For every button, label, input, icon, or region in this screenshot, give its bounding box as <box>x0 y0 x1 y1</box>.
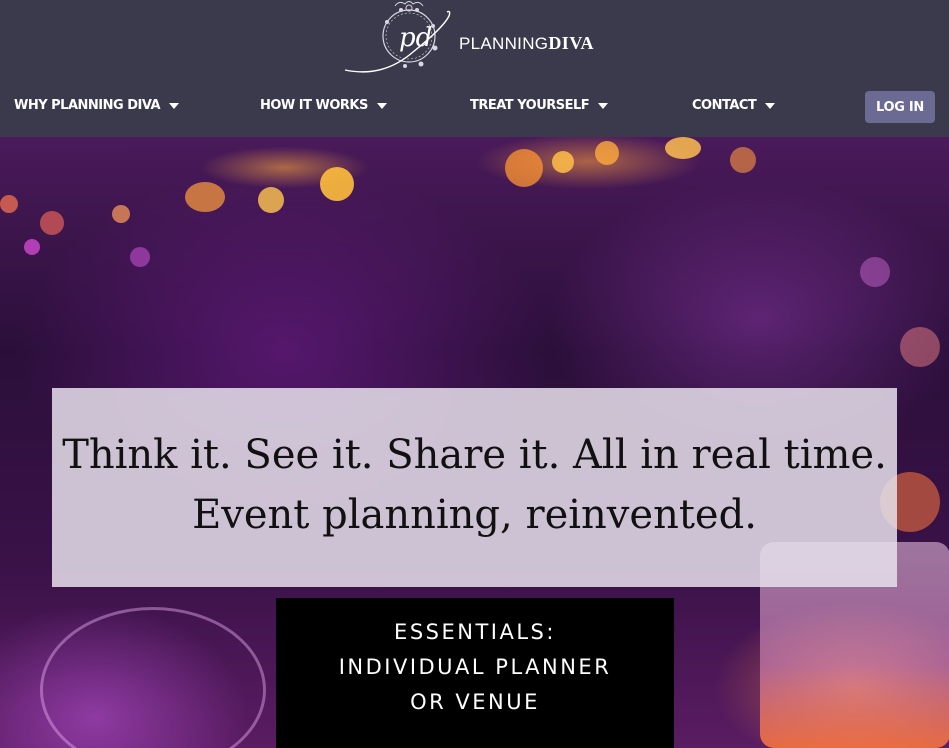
chevron-down-icon <box>765 102 776 109</box>
main-nav: WHY PLANNING DIVA HOW IT WORKS TREAT YOU… <box>0 88 949 126</box>
login-button[interactable]: LOG IN <box>865 91 935 123</box>
planning-diva-logo[interactable]: pd PLANNINGDIVA <box>343 0 613 80</box>
hero-section: Think it. See it. Share it. All in real … <box>0 137 949 748</box>
nav-item-label: CONTACT <box>692 98 757 113</box>
nav-item-label: TREAT YOURSELF <box>470 98 590 113</box>
tagline-line-2: Event planning, reinvented. <box>192 492 757 538</box>
nav-item-label: WHY PLANNING DIVA <box>14 98 161 113</box>
nav-contact[interactable]: CONTACT <box>692 98 776 113</box>
logo-word-planning: PLANNING <box>459 34 549 53</box>
bokeh-light <box>258 187 284 213</box>
bokeh-light <box>40 211 64 235</box>
bokeh-light <box>552 151 574 173</box>
logo-word-diva: DIVA <box>548 33 594 53</box>
bokeh-light <box>860 257 890 287</box>
chevron-down-icon <box>376 102 387 109</box>
tagline-panel: Think it. See it. Share it. All in real … <box>52 388 897 587</box>
essentials-line-3: OR VENUE <box>410 690 540 714</box>
essentials-line-1: ESSENTIALS: <box>394 620 556 644</box>
bokeh-light <box>900 327 940 367</box>
bokeh-light <box>112 205 130 223</box>
essentials-button[interactable]: ESSENTIALS: INDIVIDUAL PLANNER OR VENUE <box>276 598 674 748</box>
bokeh-light <box>665 137 701 159</box>
chevron-down-icon <box>169 102 180 109</box>
bokeh-light <box>130 247 150 267</box>
tagline-line-1: Think it. See it. Share it. All in real … <box>62 432 887 478</box>
site-header: pd PLANNINGDIVA WHY PLANNING DIVA HOW IT… <box>0 0 949 137</box>
logo-wordmark: PLANNINGDIVA <box>459 33 594 54</box>
monogram-logo-icon: pd <box>344 1 451 73</box>
nav-item-label: HOW IT WORKS <box>260 98 368 113</box>
bokeh-light <box>595 141 619 165</box>
bokeh-light <box>730 147 756 173</box>
bokeh-light <box>505 149 543 187</box>
bokeh-light <box>0 195 18 213</box>
bokeh-light <box>40 607 266 748</box>
chevron-down-icon <box>598 102 609 109</box>
nav-why-planning-diva[interactable]: WHY PLANNING DIVA <box>14 98 180 113</box>
bokeh-light <box>24 239 40 255</box>
bokeh-light <box>320 167 354 201</box>
essentials-line-2: INDIVIDUAL PLANNER <box>338 655 612 679</box>
nav-treat-yourself[interactable]: TREAT YOURSELF <box>470 98 609 113</box>
bokeh-light <box>185 182 225 212</box>
nav-how-it-works[interactable]: HOW IT WORKS <box>260 98 387 113</box>
svg-text:pd: pd <box>399 23 432 53</box>
